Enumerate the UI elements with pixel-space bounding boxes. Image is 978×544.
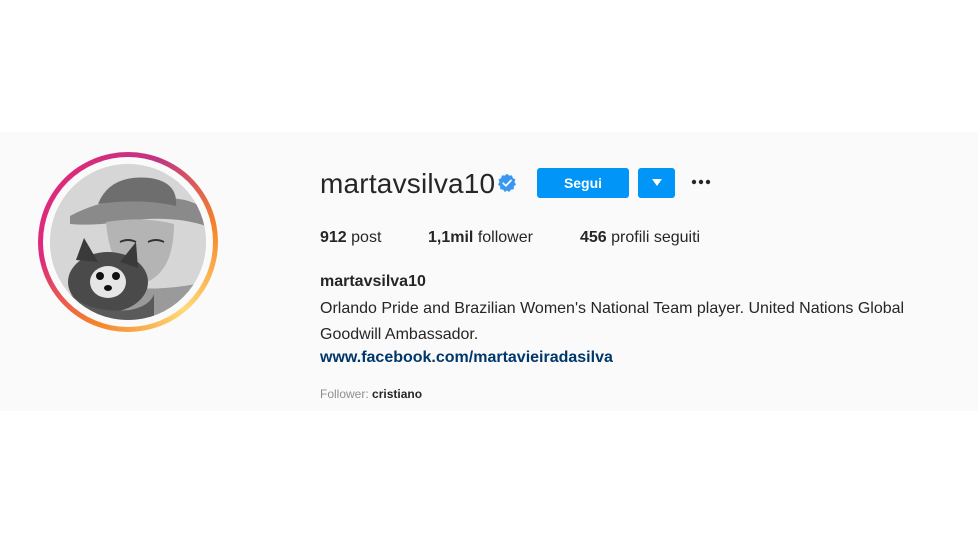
suggested-accounts-dropdown-button[interactable] [638,168,675,198]
followed-by-users: cristiano [372,387,423,401]
followers-count-label: follower [477,229,533,246]
followers-count-value: 1,1mil [428,229,474,246]
more-options-button[interactable] [688,172,714,192]
posts-count-value: 912 [320,229,347,246]
following-count-label: profili seguiti [611,229,701,246]
follow-button[interactable]: Segui [537,168,629,198]
profile-full-name: martavsilva10 [320,273,426,290]
posts-count-label: post [351,229,382,246]
profile-username: martavsilva10 [320,168,496,199]
profile-website-link[interactable]: www.facebook.com/martavieiradasilva [320,348,613,368]
more-options-icon [691,179,711,185]
profile-avatar[interactable] [50,164,206,320]
following-count-link[interactable]: 456 profili seguiti [580,228,700,248]
story-ring[interactable] [38,152,218,332]
followers-count-link[interactable]: 1,1mil follower [428,228,533,248]
avatar-image [50,164,206,320]
following-count-value: 456 [580,229,607,246]
profile-bio: Orlando Pride and Brazilian Women's Nati… [320,300,905,343]
caret-down-icon [651,179,662,186]
posts-count: 912 post [320,228,381,248]
followed-by-label: Follower: [320,387,369,401]
followed-by[interactable]: Follower: cristiano [320,386,422,402]
verified-badge-icon [498,173,516,192]
